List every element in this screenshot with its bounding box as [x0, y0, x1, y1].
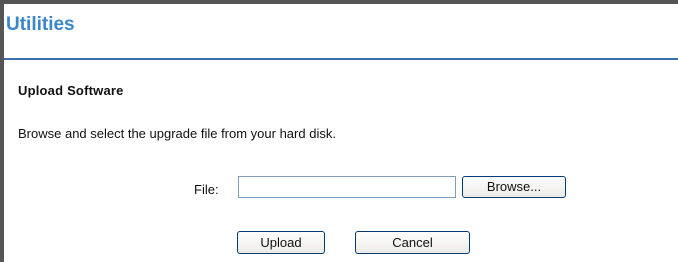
- file-path-input[interactable]: [238, 176, 456, 198]
- utilities-page: Utilities Upload Software Browse and sel…: [0, 0, 678, 262]
- section-heading: Upload Software: [18, 83, 124, 98]
- upload-button[interactable]: Upload: [237, 231, 325, 254]
- cancel-button[interactable]: Cancel: [355, 231, 470, 254]
- instructions-text: Browse and select the upgrade file from …: [18, 126, 336, 141]
- title-bar: Utilities: [4, 4, 678, 60]
- page-title: Utilities: [6, 14, 75, 35]
- title-divider: [4, 58, 678, 60]
- file-label: File:: [194, 182, 219, 197]
- browse-button[interactable]: Browse...: [462, 176, 566, 198]
